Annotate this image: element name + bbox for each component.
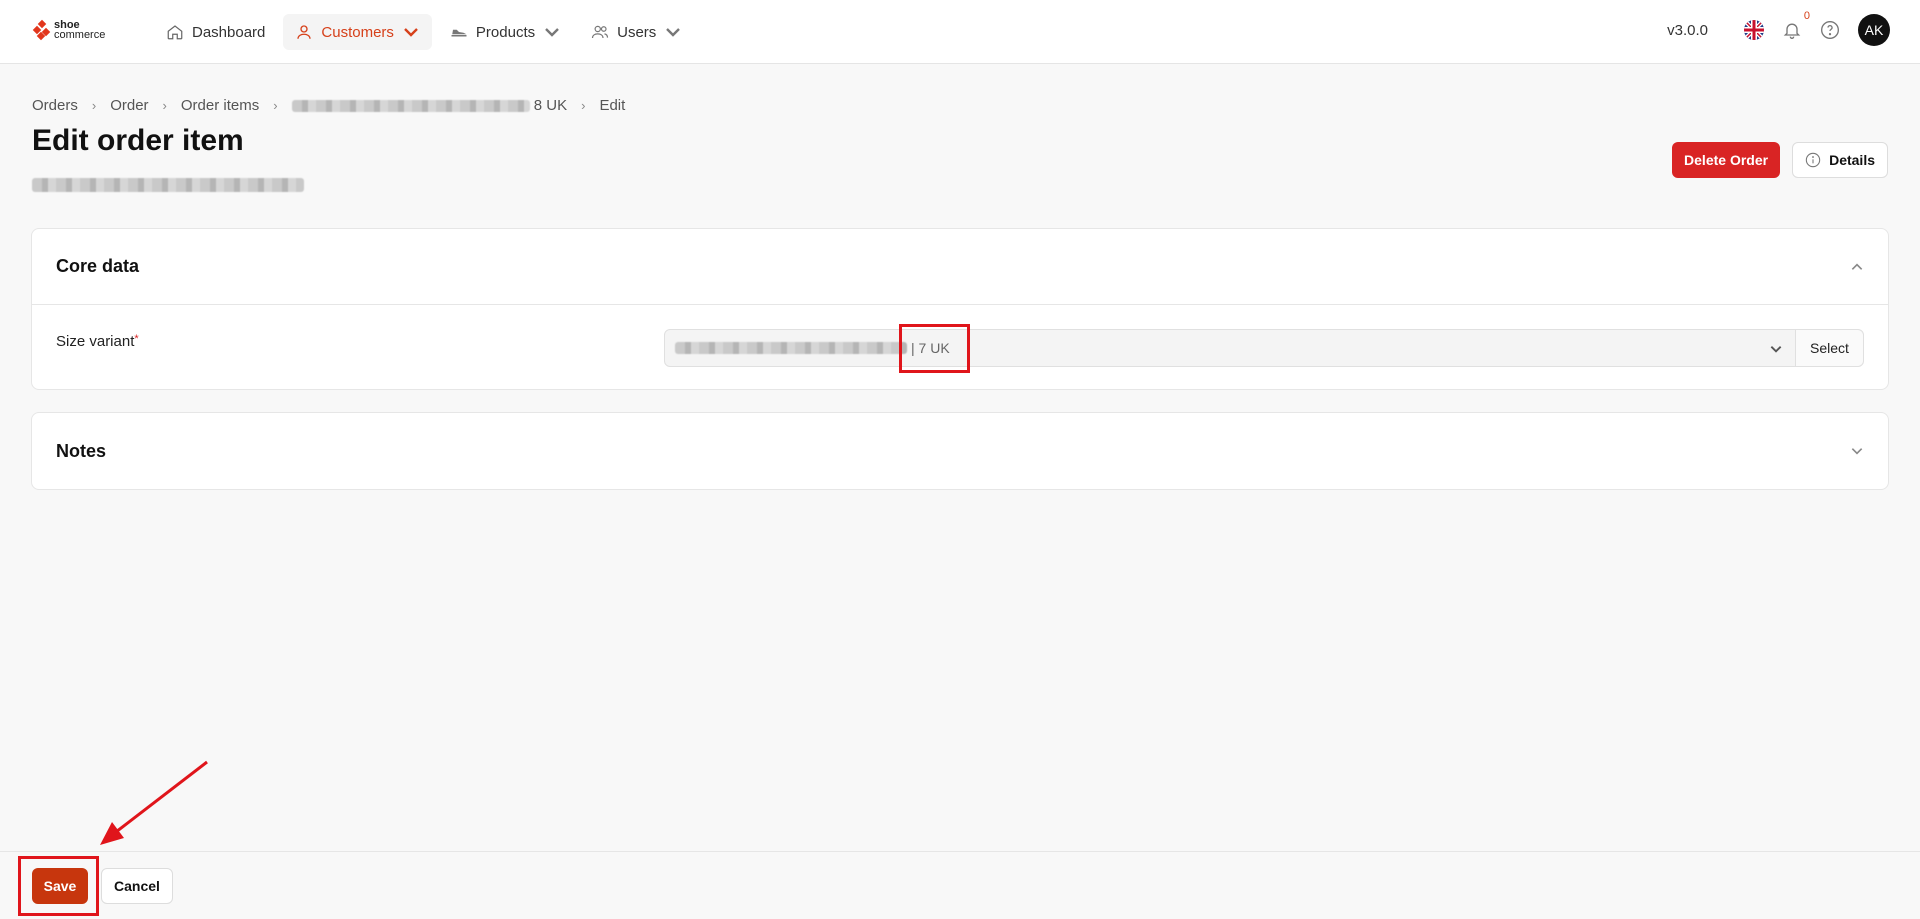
nav-users-label: Users <box>617 23 657 41</box>
nav-users[interactable]: Users <box>579 14 694 50</box>
nav-products-label: Products <box>475 23 536 41</box>
notes-title: Notes <box>56 440 107 461</box>
brand-line2: commerce <box>54 29 106 41</box>
size-variant-select[interactable]: | 7 UK Select <box>664 329 1864 367</box>
top-navigation: shoe commerce Dashboard Customers Produc… <box>0 0 1920 64</box>
page-subtitle <box>32 176 304 194</box>
chevron-down-icon[interactable] <box>1850 444 1864 458</box>
form-footer <box>0 851 1920 919</box>
core-data-header[interactable]: Core data <box>32 229 1888 305</box>
breadcrumb-separator-icon: › <box>91 98 97 113</box>
delete-order-button[interactable]: Delete Order <box>1672 142 1781 178</box>
avatar[interactable]: AK <box>1858 14 1890 46</box>
info-icon <box>1805 152 1821 168</box>
uk-flag-icon[interactable] <box>1744 20 1764 40</box>
nav-products[interactable]: Products <box>438 14 573 50</box>
highlight-size-value <box>899 324 970 373</box>
nav-customers[interactable]: Customers <box>283 14 432 50</box>
header-tools: v3.0.0 0 AK <box>1667 10 1890 46</box>
version-label: v3.0.0 <box>1667 21 1708 39</box>
breadcrumb-separator-icon: › <box>273 98 278 113</box>
bell-icon <box>1783 23 1801 39</box>
breadcrumb: Orders › Order › Order items › 8 UK › Ed… <box>32 97 625 114</box>
breadcrumb-edit: Edit <box>599 97 626 114</box>
brand-logo[interactable]: shoe commerce <box>32 19 106 41</box>
chevron-down-icon[interactable] <box>1769 342 1783 356</box>
details-label: Details <box>1829 152 1875 168</box>
breadcrumb-order[interactable]: Order <box>110 97 148 114</box>
users-icon <box>592 25 609 39</box>
notifications-button[interactable]: 0 <box>1782 10 1810 40</box>
logo-mark-icon <box>32 19 51 41</box>
nav-customers-label: Customers <box>321 23 394 41</box>
notes-card: Notes <box>31 412 1889 490</box>
user-icon <box>297 25 312 39</box>
nav-dashboard-label: Dashboard <box>192 23 266 41</box>
core-data-title: Core data <box>56 256 140 276</box>
chevron-down-icon <box>666 28 681 37</box>
redacted-text <box>32 177 304 192</box>
breadcrumb-separator-icon: › <box>162 98 167 113</box>
breadcrumb-orders[interactable]: Orders <box>32 97 78 114</box>
notes-header[interactable]: Notes <box>32 413 1888 489</box>
notification-count: 0 <box>1803 10 1810 22</box>
breadcrumb-item[interactable]: 8 UK <box>291 97 568 114</box>
size-variant-label: Size variant* <box>56 333 139 350</box>
page-actions: Delete Order Details <box>1672 142 1888 178</box>
chevron-up-icon[interactable] <box>1850 260 1864 274</box>
home-icon <box>167 25 183 40</box>
breadcrumb-separator-icon: › <box>581 98 586 113</box>
breadcrumb-order-items[interactable]: Order items <box>181 97 259 114</box>
chevron-down-icon <box>404 28 418 37</box>
required-marker: * <box>134 333 139 345</box>
shoe-icon <box>451 29 467 37</box>
redacted-text <box>675 342 907 354</box>
details-button[interactable]: Details <box>1792 142 1888 178</box>
redacted-text <box>291 100 530 113</box>
help-icon[interactable] <box>1820 20 1840 40</box>
nav-dashboard[interactable]: Dashboard <box>154 14 277 50</box>
select-button[interactable]: Select <box>1795 330 1863 366</box>
chevron-down-icon <box>545 28 559 37</box>
cancel-button[interactable]: Cancel <box>101 868 173 904</box>
breadcrumb-item-size: 8 UK <box>533 97 568 114</box>
page-title: Edit order item <box>32 124 244 157</box>
size-variant-field[interactable]: | 7 UK <box>665 330 1795 366</box>
highlight-save-button <box>18 856 99 916</box>
main-nav: Dashboard Customers Products Users <box>154 14 694 50</box>
